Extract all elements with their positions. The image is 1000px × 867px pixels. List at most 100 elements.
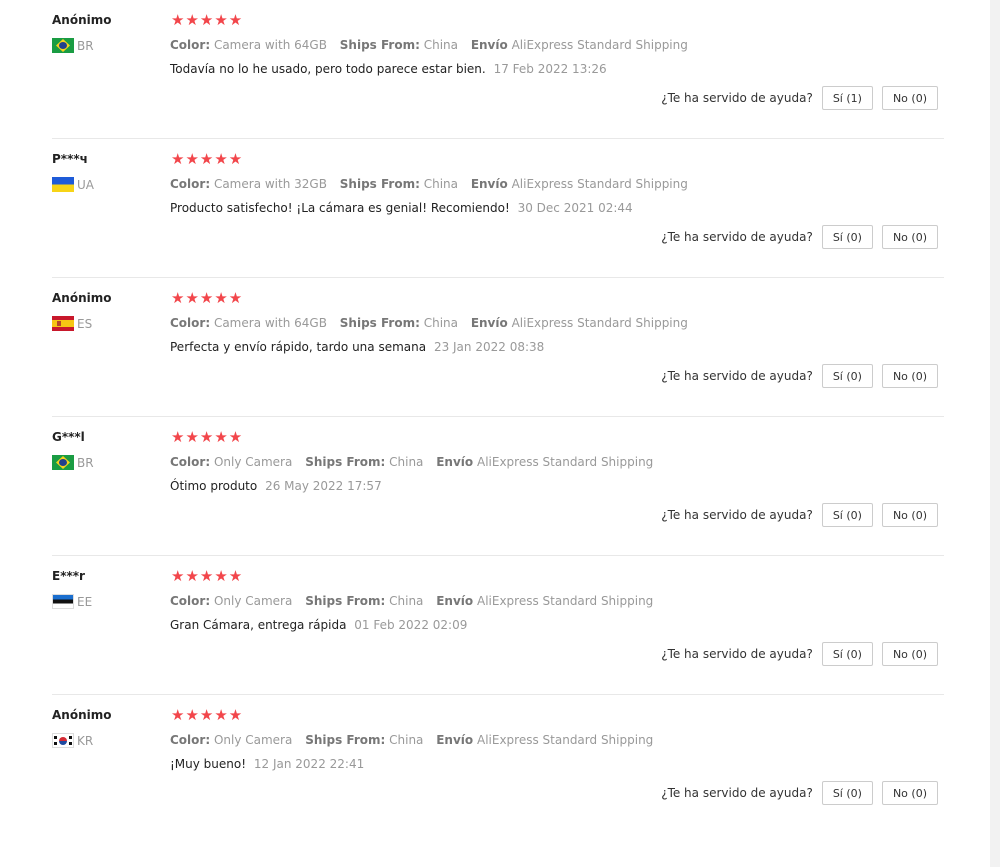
helpful-question: ¿Te ha servido de ayuda? <box>661 508 813 522</box>
color-value: Only Camera <box>213 455 293 469</box>
helpful-no-button[interactable]: No (0) <box>881 364 938 388</box>
review-text: Todavía no lo he usado, pero todo parece… <box>170 62 607 76</box>
helpful-yes-button[interactable]: Sí (0) <box>821 642 873 666</box>
helpful-question: ¿Te ha servido de ayuda? <box>661 786 813 800</box>
country-code: KR <box>77 733 94 748</box>
review-date: 23 Jan 2022 08:38 <box>433 340 545 354</box>
shipping-value: AliExpress Standard Shipping <box>476 733 654 747</box>
country-code: BR <box>77 38 94 53</box>
shipping-value: AliExpress Standard Shipping <box>511 177 688 191</box>
reviewer-name: G***l <box>52 430 85 444</box>
helpful-vote: ¿Te ha servido de ayuda? Sí (1) No (0) <box>661 86 938 110</box>
order-details: Color: Only Camera Ships From: China Env… <box>170 455 662 469</box>
review-text: Ótimo produto 26 May 2022 17:57 <box>170 479 382 493</box>
review-item: Anónimo ES ★★★★★ Color: Camera with 64GB… <box>52 278 944 417</box>
order-details: Color: Camera with 64GB Ships From: Chin… <box>170 316 697 330</box>
review-text: Perfecta y envío rápido, tardo una seman… <box>170 340 544 354</box>
reviewer-country: UA <box>52 177 94 192</box>
review-item: Anónimo KR ★★★★★ Color: Only Camera Ship… <box>52 695 944 834</box>
helpful-no-button[interactable]: No (0) <box>881 225 938 249</box>
helpful-vote: ¿Te ha servido de ayuda? Sí (0) No (0) <box>661 364 938 388</box>
review-date: 17 Feb 2022 13:26 <box>493 62 607 76</box>
helpful-yes-button[interactable]: Sí (0) <box>821 364 873 388</box>
color-label: Color: <box>170 177 211 191</box>
helpful-no-button[interactable]: No (0) <box>881 642 938 666</box>
ships-from-label: Ships From: <box>305 594 386 608</box>
order-details: Color: Camera with 64GB Ships From: Chin… <box>170 38 697 52</box>
color-label: Color: <box>170 594 211 608</box>
reviewer-name: Anónimo <box>52 291 112 305</box>
review-body: Gran Cámara, entrega rápida <box>170 618 347 632</box>
star-rating: ★★★★★ <box>171 11 244 29</box>
ships-from-label: Ships From: <box>305 455 386 469</box>
reviewer-name: E***r <box>52 569 85 583</box>
review-date: 01 Feb 2022 02:09 <box>354 618 468 632</box>
country-code: EE <box>77 594 93 609</box>
helpful-vote: ¿Te ha servido de ayuda? Sí (0) No (0) <box>661 503 938 527</box>
helpful-no-button[interactable]: No (0) <box>881 503 938 527</box>
color-label: Color: <box>170 733 211 747</box>
reviewer-country: BR <box>52 38 94 53</box>
shipping-label: Envío <box>436 455 474 469</box>
review-item: G***l BR ★★★★★ Color: Only Camera Ships … <box>52 417 944 556</box>
ukraine-flag-icon <box>52 177 74 192</box>
star-rating: ★★★★★ <box>171 428 244 446</box>
shipping-label: Envío <box>470 38 508 52</box>
brazil-flag-icon <box>52 455 74 470</box>
ships-from-value: China <box>389 733 424 747</box>
country-code: ES <box>77 316 93 331</box>
shipping-value: AliExpress Standard Shipping <box>476 594 654 608</box>
star-rating: ★★★★★ <box>171 289 244 307</box>
ships-from-label: Ships From: <box>339 177 420 191</box>
star-rating: ★★★★★ <box>171 567 244 585</box>
review-body: ¡Muy bueno! <box>170 757 247 771</box>
shipping-label: Envío <box>436 733 474 747</box>
star-rating: ★★★★★ <box>171 706 244 724</box>
color-value: Camera with 64GB <box>213 316 327 330</box>
country-code: BR <box>77 455 94 470</box>
review-item: E***r EE ★★★★★ Color: Only Camera Ships … <box>52 556 944 695</box>
korea-flag-icon <box>52 733 74 748</box>
helpful-yes-button[interactable]: Sí (0) <box>821 503 873 527</box>
color-label: Color: <box>170 38 211 52</box>
helpful-yes-button[interactable]: Sí (1) <box>821 86 873 110</box>
review-item: Anónimo BR ★★★★★ Color: Camera with 64GB… <box>52 0 944 139</box>
helpful-question: ¿Te ha servido de ayuda? <box>661 369 813 383</box>
review-body: Producto satisfecho! ¡La cámara es genia… <box>170 201 510 215</box>
review-item: P***ч UA ★★★★★ Color: Camera with 32GB S… <box>52 139 944 278</box>
shipping-label: Envío <box>470 316 508 330</box>
review-date: 30 Dec 2021 02:44 <box>517 201 633 215</box>
country-code: UA <box>77 177 94 192</box>
helpful-yes-button[interactable]: Sí (0) <box>821 225 873 249</box>
color-value: Only Camera <box>213 594 293 608</box>
color-value: Camera with 32GB <box>213 177 327 191</box>
helpful-question: ¿Te ha servido de ayuda? <box>661 230 813 244</box>
ships-from-value: China <box>423 38 458 52</box>
reviewer-name: P***ч <box>52 152 88 166</box>
order-details: Color: Only Camera Ships From: China Env… <box>170 594 662 608</box>
color-value: Only Camera <box>213 733 293 747</box>
review-date: 12 Jan 2022 22:41 <box>253 757 365 771</box>
ships-from-label: Ships From: <box>339 38 420 52</box>
color-value: Camera with 64GB <box>213 38 327 52</box>
shipping-value: AliExpress Standard Shipping <box>511 38 688 52</box>
review-text: Gran Cámara, entrega rápida 01 Feb 2022 … <box>170 618 467 632</box>
helpful-no-button[interactable]: No (0) <box>881 86 938 110</box>
helpful-yes-button[interactable]: Sí (0) <box>821 781 873 805</box>
reviewer-name: Anónimo <box>52 13 112 27</box>
order-details: Color: Camera with 32GB Ships From: Chin… <box>170 177 697 191</box>
brazil-flag-icon <box>52 38 74 53</box>
reviewer-country: KR <box>52 733 93 748</box>
ships-from-value: China <box>389 594 424 608</box>
review-text: ¡Muy bueno! 12 Jan 2022 22:41 <box>170 757 364 771</box>
spain-flag-icon <box>52 316 74 331</box>
shipping-label: Envío <box>470 177 508 191</box>
star-rating: ★★★★★ <box>171 150 244 168</box>
reviewer-country: BR <box>52 455 94 470</box>
shipping-value: AliExpress Standard Shipping <box>476 455 654 469</box>
reviewer-country: ES <box>52 316 92 331</box>
review-date: 26 May 2022 17:57 <box>265 479 382 493</box>
ships-from-label: Ships From: <box>305 733 386 747</box>
helpful-no-button[interactable]: No (0) <box>881 781 938 805</box>
ships-from-value: China <box>423 316 458 330</box>
